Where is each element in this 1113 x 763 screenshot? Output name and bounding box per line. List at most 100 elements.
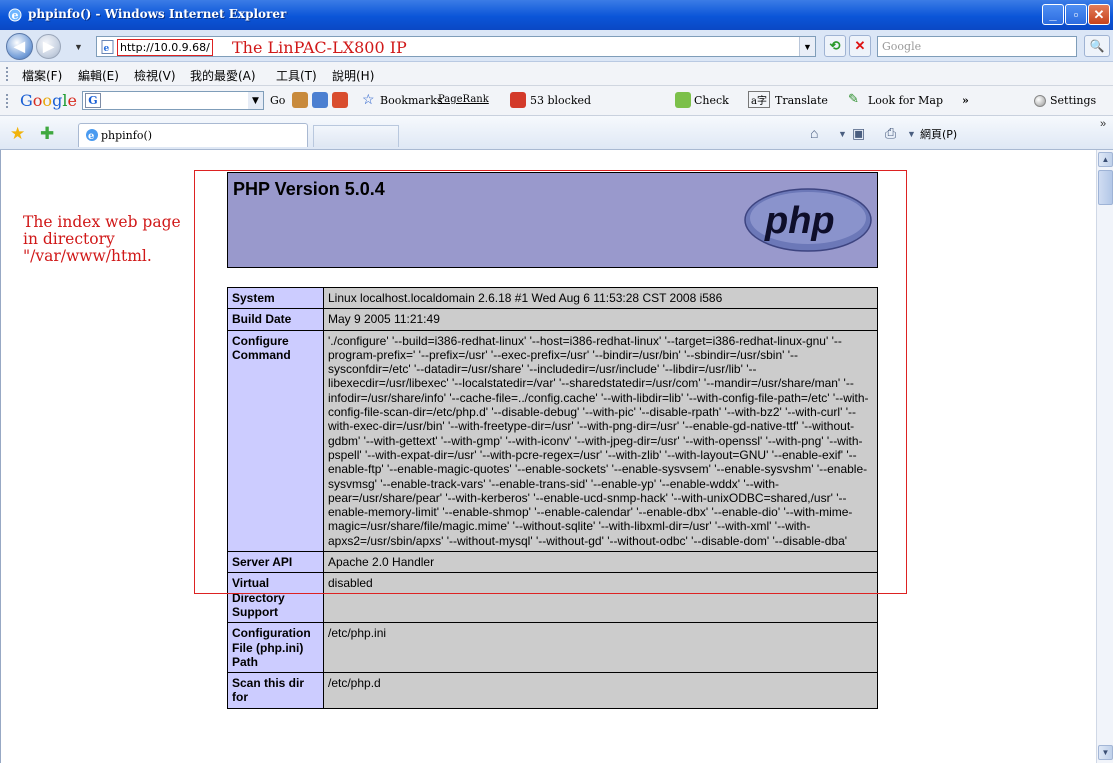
row-value: May 9 2005 11:21:49 [323, 308, 878, 331]
svg-text:e: e [104, 44, 110, 54]
popup-icon[interactable] [332, 92, 348, 108]
new-tab-button[interactable] [313, 125, 399, 147]
url-annotation: The LinPAC-LX800 IP [232, 38, 407, 57]
pagerank-button[interactable]: PageRank [438, 94, 489, 105]
tab-phpinfo[interactable]: e phpinfo() [78, 123, 308, 147]
menu-file[interactable]: 檔案(F) [22, 67, 62, 84]
table-row: Scan this dir for /etc/php.d [227, 672, 878, 709]
php-info-table: System Linux localhost.localdomain 2.6.1… [227, 286, 878, 709]
row-key: Build Date [227, 308, 324, 331]
row-value: disabled [323, 572, 878, 624]
ie-logo-icon: e [8, 8, 22, 22]
scroll-up-icon[interactable]: ▲ [1098, 152, 1113, 167]
google-search-input[interactable]: G ▼ [82, 91, 264, 110]
svg-text:e: e [88, 131, 94, 142]
translate-button[interactable]: Translate [775, 94, 828, 107]
settings-button[interactable]: Settings [1050, 94, 1096, 107]
php-logo-icon[interactable]: php [743, 187, 873, 253]
feeds-icon[interactable]: ▣ [852, 125, 865, 142]
favorites-star-icon[interactable]: ★ [10, 124, 25, 144]
table-row: Configure Command './configure' '--build… [227, 329, 878, 553]
back-button[interactable]: ◀ [6, 33, 33, 60]
row-value: Linux localhost.localdomain 2.6.18 #1 We… [323, 286, 878, 310]
home-icon[interactable]: ⌂ [810, 125, 818, 141]
directory-annotation: The index web page in directory "/var/ww… [23, 213, 181, 265]
row-key: Scan this dir for [227, 672, 324, 709]
search-input[interactable]: Google [877, 36, 1077, 57]
tab-title: phpinfo() [101, 129, 153, 142]
menu-tools[interactable]: 工具(T) [276, 67, 317, 84]
table-row: System Linux localhost.localdomain 2.6.1… [227, 286, 878, 310]
row-key: Configuration File (php.ini) Path [227, 622, 324, 674]
bookmarks-button[interactable]: Bookmarks [380, 94, 443, 107]
settings-icon[interactable] [1034, 95, 1046, 107]
tab-bar: ★ ✚ e phpinfo() ⌂ ▼ ▣ ⎙ ▼ 網頁(P) » [0, 116, 1113, 150]
refresh-button[interactable]: ⟲ [824, 35, 846, 57]
window-title: phpinfo() - Windows Internet Explorer [28, 7, 287, 21]
map-icon: ✎ [848, 92, 859, 107]
row-key: Virtual Directory Support [227, 572, 324, 624]
menu-favorites[interactable]: 我的最愛(A) [190, 67, 256, 84]
check-button[interactable]: Check [694, 94, 729, 107]
page-content: The index web page in directory "/var/ww… [0, 150, 1096, 763]
google-search-dropdown-icon[interactable]: ▼ [248, 92, 263, 109]
address-bar: ◀ ▶ ▼ e http://10.0.9.68/ The LinPAC-LX8… [0, 30, 1113, 62]
row-key: Server API [227, 551, 324, 574]
search-button[interactable]: 🔍 [1084, 35, 1110, 57]
scroll-down-icon[interactable]: ▼ [1098, 745, 1113, 760]
toolbar-grip[interactable] [6, 94, 9, 108]
go-button[interactable]: Go [270, 94, 285, 107]
table-row: Configuration File (php.ini) Path /etc/p… [227, 622, 878, 674]
menu-edit[interactable]: 編輯(E) [78, 67, 119, 84]
forward-button[interactable]: ▶ [36, 34, 61, 59]
search-site-icon[interactable] [312, 92, 328, 108]
url-field[interactable]: e http://10.0.9.68/ The LinPAC-LX800 IP … [96, 36, 816, 57]
toolbar-more-button[interactable]: » [962, 94, 969, 107]
php-version-title: PHP Version 5.0.4 [233, 179, 385, 199]
url-text[interactable]: http://10.0.9.68/ [117, 39, 213, 56]
row-value: /etc/php.ini [323, 622, 878, 674]
svg-text:e: e [12, 9, 19, 22]
row-key: Configure Command [227, 329, 324, 553]
search-icon: 🔍 [1089, 39, 1105, 53]
maximize-button[interactable]: ▫ [1065, 4, 1087, 25]
row-value: './configure' '--build=i386-redhat-linux… [323, 329, 878, 553]
toolbar-grip[interactable] [6, 67, 9, 81]
page-menu-button[interactable]: 網頁(P) [920, 126, 957, 142]
vertical-scrollbar[interactable]: ▲ ▼ [1096, 150, 1113, 763]
history-dropdown-icon[interactable]: ▼ [74, 42, 83, 52]
add-favorites-icon[interactable]: ✚ [40, 124, 54, 144]
menu-view[interactable]: 檢視(V) [134, 67, 176, 84]
popup-blocker-icon [510, 92, 526, 108]
bookmark-star-icon[interactable]: ☆ [362, 92, 375, 108]
table-row: Virtual Directory Support disabled [227, 572, 878, 624]
scroll-thumb[interactable] [1098, 170, 1113, 205]
row-value: /etc/php.d [323, 672, 878, 709]
google-toolbar: Google G ▼ Go ☆ Bookmarks PageRank 53 bl… [0, 86, 1113, 116]
google-logo[interactable]: Google [20, 91, 77, 110]
table-row: Server API Apache 2.0 Handler [227, 551, 878, 574]
row-value: Apache 2.0 Handler [323, 551, 878, 574]
title-bar: e phpinfo() - Windows Internet Explorer … [0, 0, 1113, 30]
table-row: Build Date May 9 2005 11:21:49 [227, 308, 878, 331]
php-logo-text: php [764, 200, 835, 242]
translate-icon: a字 [748, 91, 770, 108]
close-button[interactable]: ✕ [1088, 4, 1110, 25]
news-icon[interactable] [292, 92, 308, 108]
page-icon: e [101, 40, 114, 54]
row-key: System [227, 286, 324, 310]
stop-button[interactable]: ✕ [849, 35, 871, 57]
tab-page-icon: e [86, 129, 98, 142]
google-g-icon[interactable]: G [85, 93, 101, 108]
url-dropdown-icon[interactable]: ▼ [799, 37, 815, 56]
minimize-button[interactable]: _ [1042, 4, 1064, 25]
print-dropdown-icon[interactable]: ▼ [907, 129, 916, 139]
print-icon[interactable]: ⎙ [885, 125, 896, 142]
menu-help[interactable]: 說明(H) [332, 67, 374, 84]
look-for-map-button[interactable]: Look for Map [868, 94, 943, 107]
spellcheck-icon [675, 92, 691, 108]
command-more-button[interactable]: » [1100, 118, 1106, 130]
php-version-header: PHP Version 5.0.4 php [227, 172, 878, 268]
popup-blocked-count[interactable]: 53 blocked [530, 94, 591, 107]
home-dropdown-icon[interactable]: ▼ [838, 129, 847, 139]
